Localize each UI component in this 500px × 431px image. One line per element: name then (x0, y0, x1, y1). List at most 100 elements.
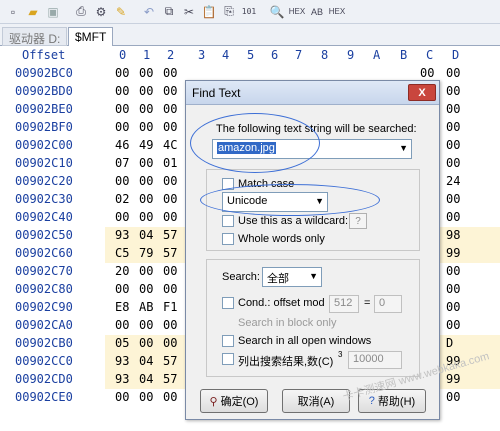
hex-byte[interactable]: 00 (115, 120, 129, 134)
hex-byte[interactable]: 24 (446, 174, 460, 188)
hex-byte[interactable]: 00 (163, 318, 177, 332)
tools-icon[interactable]: ✎ (112, 3, 130, 21)
hex-byte[interactable]: 00 (115, 102, 129, 116)
hex-byte[interactable]: 93 (115, 372, 129, 386)
hex-byte[interactable]: 57 (163, 354, 177, 368)
ok-button[interactable]: ⚲ 确定(O) (200, 389, 268, 413)
row-offset[interactable]: 00902C90 (15, 300, 73, 314)
wildcard-checkbox[interactable] (222, 215, 234, 227)
hex-byte[interactable]: 04 (139, 354, 153, 368)
hex-byte[interactable]: F1 (163, 300, 177, 314)
cond-mod-input[interactable]: 512 (329, 295, 359, 313)
hex-byte[interactable]: 00 (420, 66, 434, 80)
row-offset[interactable]: 00902C20 (15, 174, 73, 188)
hex-byte[interactable]: 00 (115, 210, 129, 224)
hex-byte[interactable]: 01 (163, 156, 177, 170)
wildcard-char-field[interactable]: ? (349, 213, 367, 229)
hex-byte[interactable]: 93 (115, 354, 129, 368)
row-offset[interactable]: 00902C70 (15, 264, 73, 278)
row-offset[interactable]: 00902C50 (15, 228, 73, 242)
undo-icon[interactable]: ↶ (140, 3, 158, 21)
row-offset[interactable]: 00902BE0 (15, 102, 73, 116)
open-folder-icon[interactable]: ▰ (24, 3, 42, 21)
hex-byte[interactable]: 00 (139, 390, 153, 404)
hex-byte[interactable]: 79 (139, 246, 153, 260)
row-offset[interactable]: 00902C10 (15, 156, 73, 170)
hex-byte[interactable]: 00 (139, 336, 153, 350)
hex-byte[interactable]: 00 (115, 66, 129, 80)
hex-byte[interactable]: 05 (115, 336, 129, 350)
clipboard-icon[interactable]: ⎘ (220, 3, 238, 21)
hex-byte[interactable]: 4C (163, 138, 177, 152)
find-next-hex-icon[interactable]: HEX (328, 3, 346, 21)
hex-byte[interactable]: 00 (446, 282, 460, 296)
hex-byte[interactable]: 00 (139, 192, 153, 206)
encoding-select[interactable]: Unicode ▼ (222, 192, 328, 212)
copy-icon[interactable]: ⧉ (160, 3, 178, 21)
find-hex-icon[interactable]: HEX (288, 3, 306, 21)
row-offset[interactable]: 00902CA0 (15, 318, 73, 332)
hex-byte[interactable]: 98 (446, 228, 460, 242)
hex-byte[interactable]: 00 (446, 192, 460, 206)
hex-byte[interactable]: 00 (446, 264, 460, 278)
find-icon[interactable]: 🔍 (268, 3, 286, 21)
hex-byte[interactable]: 07 (115, 156, 129, 170)
search-text-combo[interactable]: amazon.jpg ▼ (212, 139, 412, 159)
row-offset[interactable]: 00902C40 (15, 210, 73, 224)
list-count-input[interactable]: 10000 (348, 351, 402, 369)
hex-byte[interactable]: 00 (163, 66, 177, 80)
hex-byte[interactable]: 00 (115, 84, 129, 98)
hex-byte[interactable]: 02 (115, 192, 129, 206)
hex-byte[interactable]: 00 (139, 282, 153, 296)
hex-byte[interactable]: 46 (115, 138, 129, 152)
row-offset[interactable]: 00902CE0 (15, 390, 73, 404)
hex-byte[interactable]: 00 (163, 336, 177, 350)
row-offset[interactable]: 00902C30 (15, 192, 73, 206)
hex-byte[interactable]: 00 (446, 102, 460, 116)
hex-byte[interactable]: D (446, 336, 453, 350)
row-offset[interactable]: 00902C80 (15, 282, 73, 296)
chevron-down-icon[interactable]: ▼ (399, 143, 408, 153)
hex-byte[interactable]: 99 (446, 246, 460, 260)
paste-icon[interactable]: 📋 (200, 3, 218, 21)
hex-byte[interactable]: 00 (446, 210, 460, 224)
list-results-checkbox[interactable] (222, 353, 234, 365)
hex-byte[interactable]: 00 (139, 210, 153, 224)
hex-byte[interactable]: 00 (446, 120, 460, 134)
hex-byte[interactable]: 00 (163, 390, 177, 404)
cond-value-input[interactable]: 0 (374, 295, 402, 313)
hex-byte[interactable]: 00 (163, 174, 177, 188)
new-file-icon[interactable]: ▫ (4, 3, 22, 21)
hex-byte[interactable]: 00 (163, 120, 177, 134)
hex-byte[interactable]: 00 (163, 84, 177, 98)
hex-byte[interactable]: 00 (139, 84, 153, 98)
row-offset[interactable]: 00902CD0 (15, 372, 73, 386)
hex-byte[interactable]: 00 (446, 390, 460, 404)
tab-mft[interactable]: $MFT (68, 27, 114, 46)
whole-words-checkbox[interactable] (222, 233, 234, 245)
hex-byte[interactable]: 00 (115, 174, 129, 188)
search-scope-select[interactable]: 全部 ▼ (262, 267, 322, 287)
hex-byte[interactable]: 04 (139, 228, 153, 242)
hex-byte[interactable]: 00 (139, 174, 153, 188)
row-offset[interactable]: 00902C00 (15, 138, 73, 152)
hex-byte[interactable]: 00 (446, 138, 460, 152)
row-offset[interactable]: 00902CC0 (15, 354, 73, 368)
hex-byte[interactable]: 00 (163, 282, 177, 296)
hex-byte[interactable]: 00 (115, 282, 129, 296)
print-icon[interactable]: ⎙ (72, 3, 90, 21)
cut-icon[interactable]: ✂ (180, 3, 198, 21)
hex-byte[interactable]: 00 (446, 318, 460, 332)
hex-byte[interactable]: 00 (139, 66, 153, 80)
chevron-down-icon[interactable]: ▼ (315, 196, 324, 206)
hex-byte[interactable]: 57 (163, 246, 177, 260)
binary-icon[interactable]: 101 (240, 3, 258, 21)
hex-byte[interactable]: C5 (115, 246, 129, 260)
hex-byte[interactable]: 00 (115, 390, 129, 404)
hex-byte[interactable]: 00 (163, 102, 177, 116)
hex-byte[interactable]: 00 (139, 102, 153, 116)
hex-byte[interactable]: 00 (163, 192, 177, 206)
row-offset[interactable]: 00902BF0 (15, 120, 73, 134)
properties-icon[interactable]: ⚙ (92, 3, 110, 21)
hex-byte[interactable]: E8 (115, 300, 129, 314)
